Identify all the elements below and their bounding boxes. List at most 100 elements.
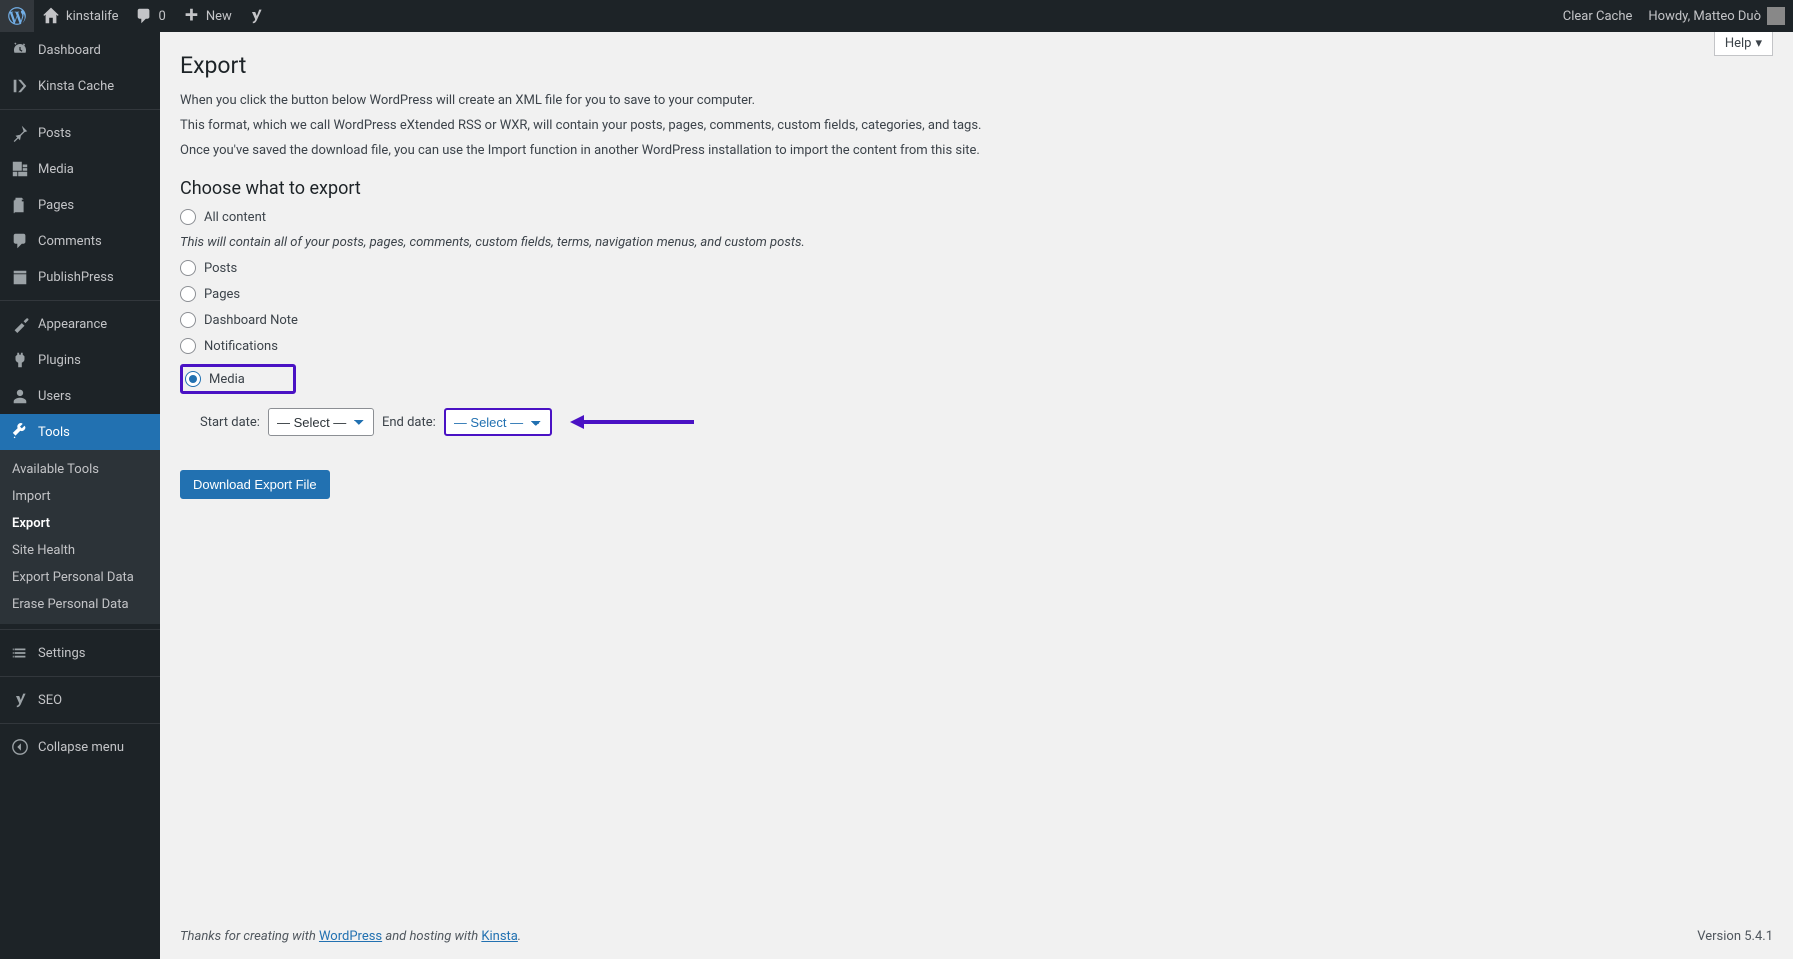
sidebar-item-collapse[interactable]: Collapse menu (0, 729, 160, 765)
sidebar-item-media[interactable]: Media (0, 151, 160, 187)
intro-text-1: When you click the button below WordPres… (180, 93, 1773, 108)
seo-icon (10, 690, 30, 710)
radio-label-pages[interactable]: Pages (204, 287, 240, 302)
date-filters: Start date: — Select — End date: — Selec… (200, 408, 1773, 436)
sidebar-item-pages[interactable]: Pages (0, 187, 160, 223)
download-export-button[interactable]: Download Export File (180, 470, 330, 499)
sidebar-item-plugins[interactable]: Plugins (0, 342, 160, 378)
radio-label-posts[interactable]: Posts (204, 261, 237, 276)
end-date-select[interactable]: — Select — (444, 408, 552, 436)
submenu-available-tools[interactable]: Available Tools (0, 456, 160, 483)
pin-icon (10, 123, 30, 143)
wordpress-icon (8, 7, 26, 25)
sidebar-item-users[interactable]: Users (0, 378, 160, 414)
tools-submenu: Available Tools Import Export Site Healt… (0, 450, 160, 624)
submenu-import[interactable]: Import (0, 483, 160, 510)
kinsta-link[interactable]: Kinsta (481, 929, 518, 944)
sidebar-item-kinsta[interactable]: Kinsta Cache (0, 68, 160, 104)
sidebar-label: Dashboard (38, 43, 101, 58)
yoast-icon (248, 8, 264, 24)
sidebar-item-tools[interactable]: Tools (0, 414, 160, 450)
radio-dashboard-note[interactable] (180, 312, 196, 328)
sidebar-item-settings[interactable]: Settings (0, 635, 160, 671)
sidebar-item-appearance[interactable]: Appearance (0, 306, 160, 342)
sidebar-label: Appearance (38, 317, 107, 332)
sidebar-label: Media (38, 162, 74, 177)
kinsta-icon (10, 76, 30, 96)
sidebar-label: Comments (38, 234, 102, 249)
account-menu[interactable]: Howdy, Matteo Duò (1640, 0, 1793, 32)
sidebar-item-comments[interactable]: Comments (0, 223, 160, 259)
radio-posts[interactable] (180, 260, 196, 276)
submenu-site-health[interactable]: Site Health (0, 537, 160, 564)
sidebar-label: Kinsta Cache (38, 79, 114, 94)
start-date-select[interactable]: — Select — (268, 408, 374, 436)
radio-label-all[interactable]: All content (204, 210, 266, 225)
yoast-menu[interactable] (240, 0, 272, 32)
radio-row-dashboard-note: Dashboard Note (180, 312, 1773, 328)
sidebar-item-publishpress[interactable]: PublishPress (0, 259, 160, 295)
submenu-export[interactable]: Export (0, 510, 160, 537)
comment-icon (135, 7, 153, 25)
radio-row-posts: Posts (180, 260, 1773, 276)
annotation-arrow (570, 415, 694, 429)
users-icon (10, 386, 30, 406)
submenu-erase-personal-data[interactable]: Erase Personal Data (0, 591, 160, 618)
dashboard-icon (10, 40, 30, 60)
page-title: Export (180, 52, 1773, 79)
help-tab[interactable]: Help ▾ (1714, 32, 1773, 56)
appearance-icon (10, 314, 30, 334)
radio-label-notifications[interactable]: Notifications (204, 339, 278, 354)
sidebar-label: Pages (38, 198, 74, 213)
annotation-highlight-media: Media (180, 364, 296, 394)
sidebar-item-dashboard[interactable]: Dashboard (0, 32, 160, 68)
wp-logo-menu[interactable] (0, 0, 34, 32)
submenu-export-personal-data[interactable]: Export Personal Data (0, 564, 160, 591)
plugins-icon (10, 350, 30, 370)
version-text: Version 5.4.1 (1697, 929, 1773, 944)
radio-row-notifications: Notifications (180, 338, 1773, 354)
choose-heading: Choose what to export (180, 178, 1773, 199)
sidebar-label: SEO (38, 693, 62, 708)
plus-icon (182, 7, 200, 25)
collapse-icon (10, 737, 30, 757)
radio-pages[interactable] (180, 286, 196, 302)
sidebar-label: Plugins (38, 353, 81, 368)
comments-count: 0 (159, 9, 166, 24)
site-menu[interactable]: kinstalife (34, 0, 127, 32)
home-icon (42, 7, 60, 25)
pages-icon (10, 195, 30, 215)
new-label: New (206, 9, 232, 24)
end-date-label: End date: (382, 415, 436, 430)
site-name: kinstalife (66, 9, 119, 24)
wordpress-link[interactable]: WordPress (319, 929, 382, 944)
radio-notifications[interactable] (180, 338, 196, 354)
chevron-down-icon: ▾ (1755, 36, 1762, 51)
start-date-label: Start date: (200, 415, 260, 430)
sidebar-item-seo[interactable]: SEO (0, 682, 160, 718)
clear-cache-button[interactable]: Clear Cache (1555, 0, 1641, 32)
radio-row-media: Media (185, 371, 245, 387)
sidebar-item-posts[interactable]: Posts (0, 115, 160, 151)
admin-sidebar: Dashboard Kinsta Cache Posts Media Pages… (0, 32, 160, 959)
arrow-head-icon (570, 415, 584, 429)
howdy-text: Howdy, Matteo Duò (1648, 9, 1761, 24)
sidebar-label: Collapse menu (38, 740, 124, 755)
comments-menu[interactable]: 0 (127, 0, 174, 32)
all-content-desc: This will contain all of your posts, pag… (180, 235, 1773, 250)
settings-icon (10, 643, 30, 663)
comments-icon (10, 231, 30, 251)
admin-footer: Thanks for creating with WordPress and h… (180, 914, 1773, 959)
radio-label-media[interactable]: Media (209, 372, 245, 387)
sidebar-label: PublishPress (38, 270, 114, 285)
sidebar-label: Tools (38, 425, 70, 440)
sidebar-label: Users (38, 389, 71, 404)
radio-row-pages: Pages (180, 286, 1773, 302)
avatar (1767, 7, 1785, 25)
admin-bar: kinstalife 0 New Clear Cache Howdy, Matt… (0, 0, 1793, 32)
radio-media[interactable] (185, 371, 201, 387)
new-menu[interactable]: New (174, 0, 240, 32)
radio-label-dashboard-note[interactable]: Dashboard Note (204, 313, 298, 328)
sidebar-label: Settings (38, 646, 85, 661)
radio-all-content[interactable] (180, 209, 196, 225)
